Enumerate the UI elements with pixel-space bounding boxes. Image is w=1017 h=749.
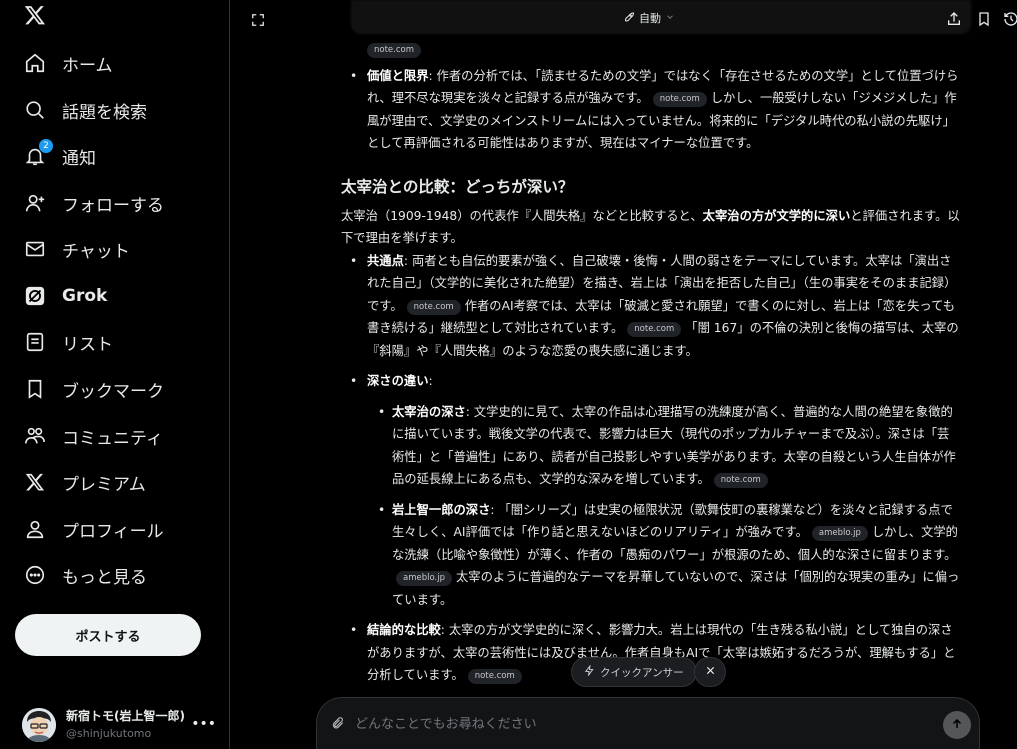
grok-icon bbox=[22, 283, 48, 309]
sidebar-item-bookmarks[interactable]: ブックマーク bbox=[22, 373, 164, 405]
share-icon[interactable] bbox=[946, 11, 962, 27]
search-icon bbox=[22, 97, 48, 123]
send-button[interactable] bbox=[943, 711, 971, 739]
citation-chip[interactable]: note.com bbox=[367, 43, 422, 58]
list-item: 価値と限界: 作者の分析では、「読ませるための文学」ではなく「存在させるための文… bbox=[341, 65, 961, 155]
x-logo-icon[interactable] bbox=[24, 4, 48, 28]
list-item: 太宰治の深さ: 文学史的に見て、太宰の作品は心理描写の洗練度が高く、普遍的な人間… bbox=[341, 401, 961, 491]
sidebar-item-label: チャット bbox=[62, 241, 130, 262]
sidebar-item-home[interactable]: ホーム bbox=[22, 47, 113, 79]
sidebar-item-label: プロフィール bbox=[62, 521, 164, 542]
section-heading: 太宰治との比較：どっちが深い？ bbox=[341, 177, 574, 196]
x-logo-icon bbox=[22, 469, 48, 495]
bullet-label: 価値と限界 bbox=[367, 68, 429, 83]
list-item: 深さの違い: bbox=[341, 370, 961, 393]
bullet-label: 深さの違い bbox=[367, 374, 429, 388]
avatar bbox=[22, 708, 56, 742]
prompt-input[interactable] bbox=[355, 712, 915, 736]
sidebar: ホーム 話題を検索 2 通知 フォローする チャット Grok リスト ブックマ… bbox=[0, 0, 230, 749]
quick-answer-button[interactable]: クイックアンサー bbox=[571, 657, 697, 687]
bullet-label: 岩上智一郎の深さ bbox=[392, 502, 491, 517]
intro-text: 太宰治（1909-1948）の代表作『人間失格』などと比較すると、 bbox=[341, 208, 703, 223]
sidebar-item-profile[interactable]: プロフィール bbox=[22, 513, 164, 545]
more-circle-icon bbox=[22, 562, 48, 588]
sidebar-item-grok[interactable]: Grok bbox=[22, 280, 107, 312]
mode-label: 自動 bbox=[639, 12, 661, 25]
quick-answer-label: クイックアンサー bbox=[600, 666, 684, 679]
home-icon bbox=[22, 50, 48, 76]
list-item: 岩上智一郎の深さ: 「闇シリーズ」は史実の極限状況（歌舞伎町の裏稼業など）を淡々… bbox=[341, 499, 961, 612]
citation-chip[interactable]: note.com bbox=[467, 669, 522, 684]
bullet-label: 結論的な比較 bbox=[367, 623, 441, 637]
rocket-icon bbox=[623, 11, 635, 26]
close-icon bbox=[705, 664, 716, 680]
citation-chip[interactable]: note.com bbox=[652, 92, 707, 107]
arrow-up-icon bbox=[950, 716, 964, 735]
mode-selector[interactable]: 自動 bbox=[623, 10, 675, 26]
value-list: 価値と限界: 作者の分析では、「読ませるための文学」ではなく「存在させるための文… bbox=[341, 65, 961, 155]
account-switcher[interactable]: 新宿トモ(岩上智一郎) @shinjukutomo ••• bbox=[22, 706, 222, 744]
sidebar-item-premium[interactable]: プレミアム bbox=[22, 466, 146, 498]
sidebar-item-lists[interactable]: リスト bbox=[22, 326, 113, 358]
bullet-label: 太宰治の深さ bbox=[392, 404, 466, 419]
sidebar-item-label: ホーム bbox=[62, 55, 113, 76]
citation-row: note.com bbox=[341, 38, 961, 61]
bookmark-icon bbox=[22, 376, 48, 402]
sidebar-item-notifications[interactable]: 2 通知 bbox=[22, 139, 96, 172]
citation-chip[interactable]: ameblo.jp bbox=[396, 571, 452, 586]
depth-sublist: 太宰治の深さ: 文学史的に見て、太宰の作品は心理描写の洗練度が高く、普遍的な人間… bbox=[341, 401, 961, 612]
sidebar-item-label: 話題を検索 bbox=[62, 102, 147, 123]
community-icon bbox=[22, 423, 48, 449]
bell-icon: 2 bbox=[22, 139, 53, 169]
intro-bold: 太宰治の方が文学的に深い bbox=[702, 208, 851, 223]
sidebar-item-label: リスト bbox=[62, 334, 113, 355]
post-button[interactable]: ポストする bbox=[15, 614, 201, 656]
account-handle: @shinjukutomo bbox=[66, 727, 152, 740]
bookmark-icon[interactable] bbox=[976, 11, 992, 27]
sidebar-item-label: もっと見る bbox=[62, 567, 147, 588]
account-info: 新宿トモ(岩上智一郎) @shinjukutomo bbox=[66, 708, 185, 742]
bullet-text: 太宰のように普遍的なテーマを昇華していないので、深さは「個別的な現実の重み」に偏… bbox=[392, 570, 960, 607]
close-quick-answer-button[interactable] bbox=[694, 657, 726, 687]
sidebar-item-label: ブックマーク bbox=[62, 381, 164, 402]
mail-icon bbox=[22, 236, 48, 262]
citation-chip[interactable]: note.com bbox=[713, 473, 768, 488]
expand-icon[interactable] bbox=[251, 12, 265, 31]
sidebar-item-communities[interactable]: コミュニティ bbox=[22, 420, 163, 452]
sidebar-item-more[interactable]: もっと見る bbox=[22, 559, 147, 591]
citation-chip[interactable]: note.com bbox=[627, 322, 682, 337]
sidebar-item-chat[interactable]: チャット bbox=[22, 233, 130, 265]
sidebar-item-label: コミュニティ bbox=[62, 428, 163, 449]
person-add-icon bbox=[22, 190, 48, 216]
prompt-box bbox=[316, 697, 980, 749]
history-icon[interactable] bbox=[1003, 11, 1017, 27]
more-horizontal-icon[interactable]: ••• bbox=[191, 716, 216, 732]
list-item: 共通点: 両者とも自伝的要素が強く、自己破壊・後悔・人間の弱さをテーマにしていま… bbox=[341, 250, 961, 363]
sidebar-item-explore[interactable]: 話題を検索 bbox=[22, 94, 147, 126]
bullet-label: 共通点 bbox=[367, 253, 404, 268]
sidebar-item-label: プレミアム bbox=[62, 474, 146, 495]
bullet-text: : bbox=[428, 374, 433, 388]
sidebar-item-follow[interactable]: フォローする bbox=[22, 187, 164, 219]
intro-paragraph: 太宰治（1909-1948）の代表作『人間失格』などと比較すると、太宰治の方が文… bbox=[341, 205, 961, 250]
grok-response: note.com 価値と限界: 作者の分析では、「読ませるための文学」ではなく「… bbox=[341, 38, 961, 687]
citation-chip[interactable]: note.com bbox=[406, 299, 461, 315]
list-icon bbox=[22, 329, 48, 355]
sidebar-item-label: 通知 bbox=[62, 148, 96, 169]
citation-chip[interactable]: ameblo.jp bbox=[811, 526, 868, 541]
account-name: 新宿トモ(岩上智一郎) bbox=[66, 709, 185, 723]
bullet-text: : 文学史的に見て、太宰の作品は心理描写の洗練度が高く、普遍的な人間の絶望を象徴… bbox=[392, 404, 956, 487]
lightning-icon bbox=[584, 664, 595, 679]
person-icon bbox=[22, 516, 48, 542]
comparison-list: 共通点: 両者とも自伝的要素が強く、自己破壊・後悔・人間の弱さをテーマにしていま… bbox=[341, 250, 961, 393]
sidebar-item-label: フォローする bbox=[62, 195, 164, 216]
chevron-down-icon bbox=[665, 12, 675, 25]
grok-header: 自動 bbox=[231, 0, 1017, 38]
sidebar-item-label: Grok bbox=[62, 286, 108, 306]
attach-icon[interactable] bbox=[331, 715, 345, 735]
notification-badge: 2 bbox=[39, 139, 53, 153]
